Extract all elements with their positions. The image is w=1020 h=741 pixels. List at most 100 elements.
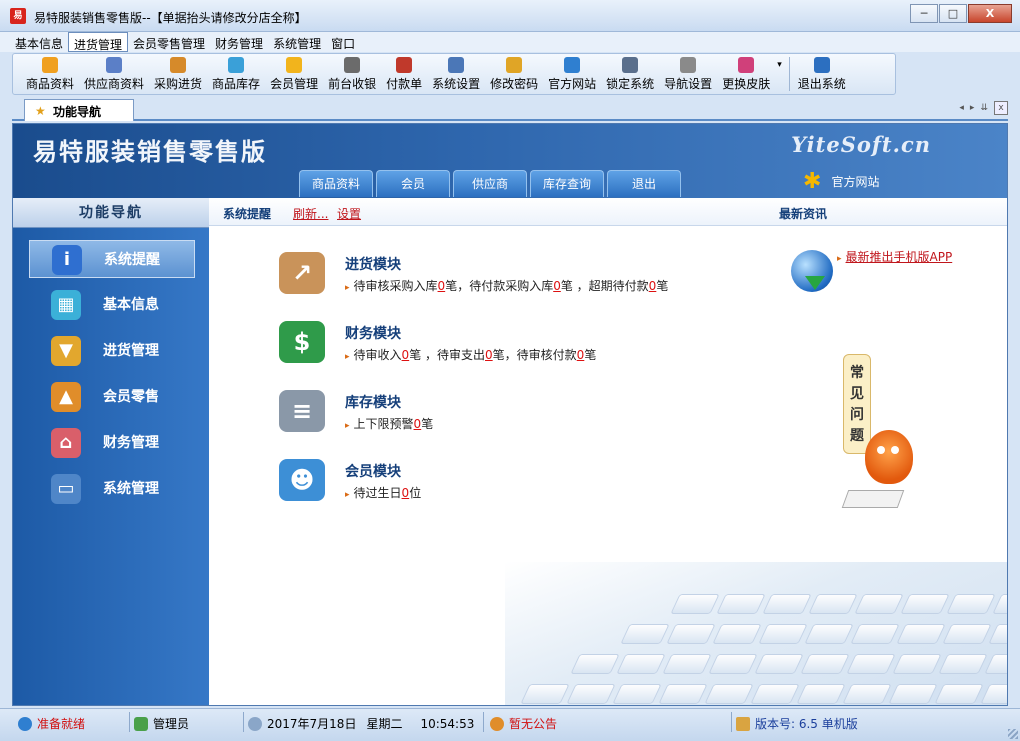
keyboard-key-decoration (762, 594, 812, 614)
faq-button[interactable]: 常 见 问 题 (843, 354, 871, 454)
nav-item-purchase[interactable]: ▼ 进货管理 (29, 332, 195, 370)
resize-grip[interactable] (1008, 729, 1018, 739)
toolbar-supplier-button[interactable]: 供应商资料 (79, 57, 149, 94)
quick-tab-supplier[interactable]: 供应商 (453, 170, 527, 197)
description-text: 笔 (656, 279, 669, 293)
status-notice[interactable]: 暂无公告 (490, 712, 732, 732)
settings-link[interactable]: 设置 (337, 205, 361, 222)
keyboard-key-decoration (988, 624, 1007, 644)
module-description: ▸ 待审收入0笔 ，待审支出0笔，待审核付款0笔 (345, 346, 668, 363)
toolbar-overflow-icon[interactable]: ▾ (775, 60, 786, 94)
menu-system[interactable]: 系统管理 (268, 32, 326, 52)
quick-tab-goods[interactable]: 商品资料 (299, 170, 373, 197)
tab-prev-icon[interactable]: ◂ (959, 103, 964, 113)
description-text: 笔 (584, 348, 597, 362)
menu-member-retail[interactable]: 会员零售管理 (128, 32, 210, 52)
toolbar-skin-button[interactable]: 更换皮肤 (717, 57, 775, 94)
nav-item-basic-info[interactable]: ▦ 基本信息 (29, 286, 195, 324)
laptop-icon (841, 490, 905, 508)
nav-item-finance[interactable]: ⌂ 财务管理 (29, 424, 195, 462)
quick-tab-member[interactable]: 会员 (376, 170, 450, 197)
module-title[interactable]: 库存模块 (345, 388, 668, 412)
keyboard-key-decoration (796, 684, 846, 704)
cashier-icon (344, 57, 361, 73)
quick-tab-stock-query[interactable]: 库存查询 (530, 170, 604, 197)
menu-finance[interactable]: 财务管理 (210, 32, 268, 52)
module-title[interactable]: 会员模块 (345, 457, 668, 481)
bullet-arrow-icon: ▸ (345, 421, 350, 431)
purchase-box-icon[interactable]: ↗ (279, 252, 325, 294)
tab-close-icon[interactable]: x (994, 101, 1008, 115)
menu-purchase-management[interactable]: 进货管理 (68, 32, 129, 52)
tab-list-icon[interactable]: ⇊ (980, 103, 988, 113)
title-bar: 易 易特服装销售零售版--【单据抬头请修改分店全称】 ─ □ X (0, 0, 1020, 32)
notice-icon (490, 716, 504, 731)
module-title[interactable]: 财务模块 (345, 319, 668, 343)
toolbar-lock-button[interactable]: 锁定系统 (601, 57, 659, 94)
mascot-icon[interactable] (865, 430, 913, 484)
toolbar-goods-button[interactable]: 商品资料 (21, 57, 79, 94)
mascot-eye (891, 446, 899, 454)
keyboard-key-decoration (854, 594, 904, 614)
box-in-icon: ▼ (51, 336, 81, 366)
keyboard-key-decoration (750, 684, 800, 704)
supplier-icon (106, 57, 123, 73)
nav-item-label: 会员零售 (103, 389, 159, 405)
keyboard-key-decoration (570, 654, 620, 674)
module-purchase: ↗ 进货模块 ▸ 待审核采购入库0笔，待付款采购入库0笔 ，超期待付款0笔 (279, 250, 668, 319)
window-controls: ─ □ X (910, 4, 1012, 23)
nav-item-system-management[interactable]: ▭ 系统管理 (29, 470, 195, 508)
tab-controls: ◂ ▸ ⇊ x (959, 101, 1008, 115)
finance-dollar-icon[interactable]: $ (279, 321, 325, 363)
toolbar-nav-settings-button[interactable]: 导航设置 (659, 57, 717, 94)
toolbar-website-button[interactable]: 官方网站 (543, 57, 601, 94)
pending-count[interactable]: 0 (553, 279, 561, 293)
nav-item-system-reminder[interactable]: i 系统提醒 (29, 240, 195, 278)
close-button[interactable]: X (968, 4, 1012, 23)
toolbar-button-label: 会员管理 (270, 77, 319, 91)
cubes-icon: ▦ (51, 290, 81, 320)
official-site-label: 官方网站 (831, 175, 880, 189)
tab-next-icon[interactable]: ▸ (970, 103, 975, 113)
keyboard-key-decoration (896, 624, 946, 644)
faq-char: 题 (850, 428, 864, 444)
toolbar-button-label: 导航设置 (664, 77, 713, 91)
description-text: 待过生日 (353, 486, 402, 500)
nav-item-label: 财务管理 (103, 435, 159, 451)
toolbar-payment-button[interactable]: 付款单 (381, 57, 427, 94)
keyboard-background-image (505, 562, 1007, 705)
window-title: 易特服装销售零售版--【单据抬头请修改分店全称】 (34, 11, 307, 25)
keyboard-key-decoration (758, 624, 808, 644)
keyboard-key-decoration (800, 654, 850, 674)
keyboard-key-decoration (892, 654, 942, 674)
toolbar-cashier-button[interactable]: 前台收银 (323, 57, 381, 94)
news-item-link[interactable]: ▸ 最新推出手机版APP (837, 248, 952, 265)
tab-function-navigation[interactable]: ★ 功能导航 (24, 99, 134, 121)
toolbar-exit-button[interactable]: 退出系统 (793, 57, 851, 94)
keyboard-key-decoration (846, 654, 896, 674)
refresh-link[interactable]: 刷新... (293, 205, 328, 222)
toolbar-settings-button[interactable]: 系统设置 (427, 57, 485, 94)
runner-icon: ✱ (803, 169, 822, 194)
maximize-button[interactable]: □ (939, 4, 967, 23)
member-chat-icon[interactable]: ☻ (279, 459, 325, 501)
toolbar-password-button[interactable]: 修改密码 (485, 57, 543, 94)
inventory-db-icon[interactable]: ≡ (279, 390, 325, 432)
module-title[interactable]: 进货模块 (345, 250, 668, 274)
menu-window[interactable]: 窗口 (326, 32, 360, 52)
toolbar-member-button[interactable]: 会员管理 (265, 57, 323, 94)
toolbar-stock-button[interactable]: 商品库存 (207, 57, 265, 94)
toolbar-purchase-button[interactable]: 采购进货 (149, 57, 207, 94)
nav-item-member-retail[interactable]: ▲ 会员零售 (29, 378, 195, 416)
document-tab-bar: ★ 功能导航 ◂ ▸ ⇊ x (12, 99, 1008, 121)
pending-count[interactable]: 0 (485, 348, 493, 362)
quick-tab-exit[interactable]: 退出 (607, 170, 681, 197)
keyboard-key-decoration (850, 624, 900, 644)
minimize-button[interactable]: ─ (910, 4, 938, 23)
nav-icon (680, 57, 697, 73)
app-icon[interactable]: 易 (10, 8, 26, 24)
status-notice-label: 暂无公告 (509, 717, 558, 731)
module-member: ☻ 会员模块 ▸ 待过生日0位 (279, 457, 668, 526)
menu-basic-info[interactable]: 基本信息 (10, 32, 68, 52)
official-site-link[interactable]: ✱ 官方网站 (803, 169, 879, 194)
